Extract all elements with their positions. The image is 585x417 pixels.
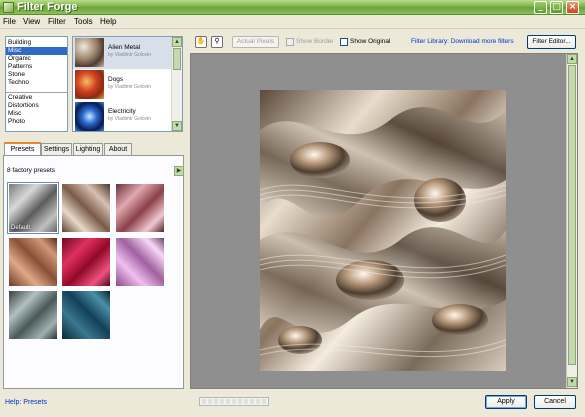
preset-thumbnail-6[interactable]	[115, 237, 165, 287]
filter-list[interactable]: Alien Metal by Vladimir Golovin Dogs by …	[72, 36, 183, 132]
zoom-icon[interactable]: ⚲	[211, 36, 223, 48]
filter-list-scrollbar[interactable]: ▲ ▼	[171, 37, 182, 131]
scroll-thumb[interactable]	[173, 48, 181, 70]
close-button[interactable]: ×	[566, 1, 579, 14]
category-stone[interactable]: Stone	[8, 71, 25, 79]
scroll-down-icon[interactable]: ▼	[172, 121, 182, 131]
preview-scrollbar[interactable]: ▲ ▼	[566, 54, 577, 388]
preset-thumbnail-2[interactable]	[61, 183, 111, 233]
menu-file[interactable]: File	[3, 17, 16, 27]
preset-thumbnail-5[interactable]	[61, 237, 111, 287]
show-original-label: Show Original	[350, 38, 391, 45]
actual-pixels-button[interactable]: Actual Pixels	[232, 36, 279, 48]
minimize-button[interactable]: _	[534, 1, 547, 14]
preset-thumbnail-3[interactable]	[115, 183, 165, 233]
next-arrow-icon[interactable]: ▶	[174, 166, 184, 176]
filter-item-dogs[interactable]: Dogs by Vladimir Golovin	[73, 69, 171, 101]
scroll-thumb[interactable]	[568, 65, 576, 365]
filter-item-electricity[interactable]: Electricity by Vladimir Golovin	[73, 101, 171, 131]
menu-help[interactable]: Help	[100, 17, 116, 27]
show-original-checkbox[interactable]	[340, 38, 348, 46]
scroll-up-icon[interactable]: ▲	[172, 37, 182, 47]
preset-thumbnail-4[interactable]	[8, 237, 58, 287]
progress-bar	[199, 397, 269, 406]
category-photo[interactable]: Photo	[8, 118, 25, 126]
filter-name: Alien Metal	[108, 44, 141, 51]
filter-name: Dogs	[108, 76, 124, 83]
filter-thumbnail	[75, 70, 104, 99]
tab-settings[interactable]: Settings	[41, 143, 72, 155]
filter-thumbnail	[75, 38, 104, 67]
filter-library-link[interactable]: Filter Library: Download more filters	[411, 37, 514, 47]
tab-about[interactable]: About	[104, 143, 132, 155]
filter-author: by Vladimir Golovin	[108, 52, 152, 58]
menu-view[interactable]: View	[23, 17, 40, 27]
apply-button[interactable]: Apply	[485, 395, 527, 409]
preset-thumbnail-7[interactable]	[8, 290, 58, 340]
show-border-checkbox[interactable]	[286, 38, 294, 46]
preview-image	[260, 90, 506, 371]
hand-icon[interactable]: ✋	[195, 36, 207, 48]
menu-tools[interactable]: Tools	[74, 17, 93, 27]
filter-author: by Vladimir Golovin	[108, 116, 152, 122]
app-icon	[3, 2, 14, 13]
category-misc-2[interactable]: Misc	[8, 110, 21, 118]
menu-filter[interactable]: Filter	[48, 17, 66, 27]
maximize-button[interactable]: □	[550, 1, 563, 14]
presets-panel: 8 factory presets ▶ Default	[3, 155, 184, 389]
filter-name: Electricity	[108, 108, 136, 115]
window-title: Filter Forge	[17, 1, 78, 13]
filter-item-alien-metal[interactable]: Alien Metal by Vladimir Golovin	[73, 37, 171, 69]
preset-default-label: Default	[11, 225, 31, 231]
scroll-down-icon[interactable]: ▼	[567, 377, 577, 387]
filter-editor-button[interactable]: Filter Editor...	[527, 35, 576, 49]
preset-thumbnail-1[interactable]: Default	[7, 182, 59, 234]
category-distortions[interactable]: Distortions	[8, 102, 39, 110]
category-creative[interactable]: Creative	[8, 94, 32, 102]
category-building[interactable]: Building	[8, 39, 31, 47]
help-presets-link[interactable]: Help: Presets	[5, 399, 47, 406]
cancel-button[interactable]: Cancel	[534, 395, 576, 409]
preset-thumbnail-8[interactable]	[61, 290, 111, 340]
category-techno[interactable]: Techno	[8, 79, 29, 87]
show-border-label: Show Border	[296, 38, 334, 45]
category-divider	[6, 92, 67, 93]
category-patterns[interactable]: Patterns	[8, 63, 32, 71]
category-list[interactable]: Building Misc Organic Patterns Stone Tec…	[5, 36, 68, 132]
presets-count: 8 factory presets	[7, 167, 56, 174]
filter-author: by Vladimir Golovin	[108, 84, 152, 90]
tab-presets[interactable]: Presets	[4, 142, 41, 156]
menu-bar: File View Filter Tools Help	[0, 15, 585, 29]
category-misc[interactable]: Misc	[6, 47, 67, 55]
preview-area[interactable]: ▲ ▼	[190, 53, 578, 389]
filter-thumbnail	[75, 102, 104, 131]
title-bar: Filter Forge _ □ ×	[0, 0, 585, 15]
scroll-up-icon[interactable]: ▲	[567, 54, 577, 64]
tab-lighting[interactable]: Lighting	[73, 143, 103, 155]
category-organic[interactable]: Organic	[8, 55, 31, 63]
